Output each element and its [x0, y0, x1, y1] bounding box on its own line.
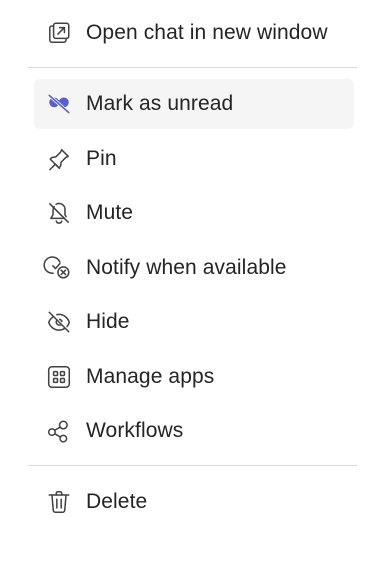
menu-item-mute[interactable]: Mute [34, 188, 354, 238]
menu-item-delete[interactable]: Delete [34, 477, 354, 527]
menu-item-label: Mark as unread [86, 92, 234, 115]
menu-item-notify-when-available[interactable]: Notify when available [34, 243, 354, 293]
menu-item-label: Manage apps [86, 365, 215, 388]
pin-icon [44, 144, 74, 174]
trash-icon [44, 487, 74, 517]
mute-bell-icon [44, 198, 74, 228]
hide-eye-icon [44, 307, 74, 337]
menu-item-manage-apps[interactable]: Manage apps [34, 352, 354, 402]
mark-unread-icon [44, 89, 74, 119]
menu-divider [28, 67, 357, 68]
workflows-icon [44, 416, 74, 446]
menu-item-open-chat-in-new-window[interactable]: Open chat in new window [34, 8, 354, 58]
menu-item-workflows[interactable]: Workflows [34, 406, 354, 456]
menu-item-label: Hide [86, 310, 130, 333]
menu-item-label: Open chat in new window [86, 21, 328, 44]
menu-item-label: Notify when available [86, 256, 287, 279]
open-in-new-window-icon [44, 18, 74, 48]
menu-divider [28, 465, 357, 466]
menu-item-pin[interactable]: Pin [34, 134, 354, 184]
chat-context-menu: Open chat in new window Mark as unread P… [0, 0, 390, 570]
menu-item-hide[interactable]: Hide [34, 297, 354, 347]
menu-item-mark-as-unread[interactable]: Mark as unread [34, 79, 354, 129]
notify-available-icon [43, 253, 74, 283]
menu-item-label: Delete [86, 490, 148, 513]
menu-item-label: Mute [86, 201, 134, 224]
apps-grid-icon [44, 362, 74, 392]
menu-item-label: Pin [86, 147, 117, 170]
menu-item-label: Workflows [86, 419, 184, 442]
